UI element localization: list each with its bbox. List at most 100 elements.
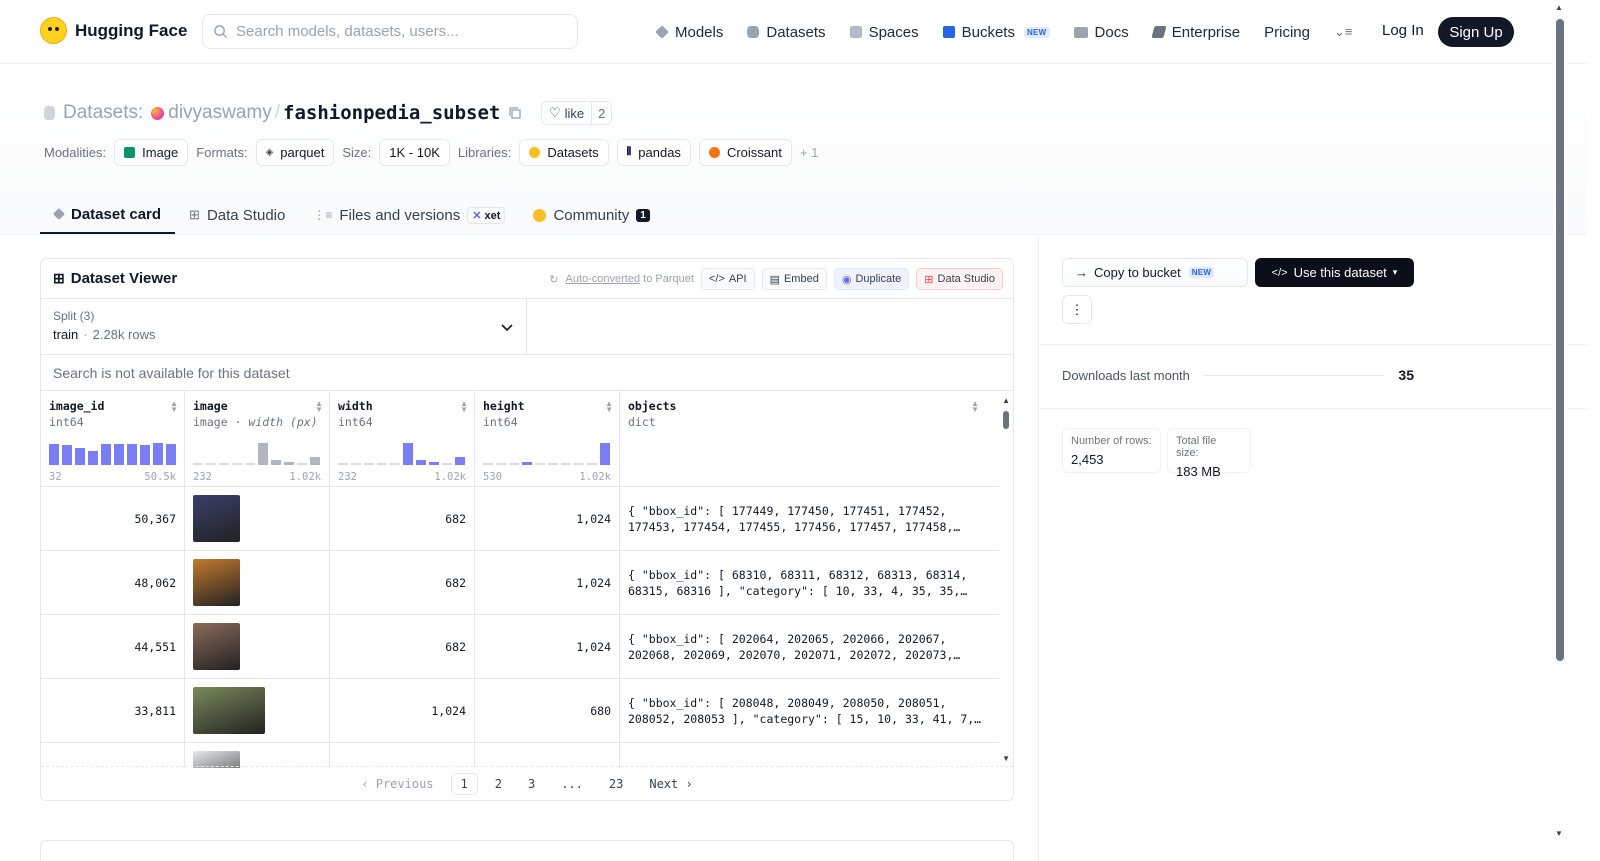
search-box[interactable] — [202, 14, 578, 49]
duplicate-button[interactable]: ◉ Duplicate — [833, 268, 910, 290]
scroll-down-icon[interactable]: ▼ — [1002, 754, 1010, 763]
more-tags-link[interactable]: + 1 — [800, 145, 818, 160]
histogram-bar — [88, 451, 98, 465]
tag-croissant[interactable]: Croissant — [698, 139, 792, 166]
copy-icon[interactable] — [508, 106, 522, 120]
embed-icon: ▤ — [769, 273, 780, 286]
cell-height: 1,024 — [475, 487, 620, 550]
data-studio-button[interactable]: ⊞ Data Studio — [916, 268, 1003, 290]
auto-converted-link[interactable]: Auto-converted — [565, 273, 640, 285]
image-thumbnail[interactable] — [193, 495, 240, 542]
tab-community[interactable]: Community 1 — [519, 196, 663, 234]
duplicate-icon: ◉ — [841, 273, 852, 286]
like-button[interactable]: ♡ like 2 — [541, 101, 613, 125]
nav-buckets-link[interactable]: Buckets NEW — [942, 20, 1050, 44]
copy-to-bucket-button[interactable]: → Copy to bucket NEW — [1062, 258, 1248, 287]
page-23[interactable]: 23 — [600, 774, 632, 794]
nav-models-link[interactable]: Models — [655, 20, 723, 44]
tag-parquet[interactable]: ◈ parquet — [255, 139, 335, 166]
page-scroll-thumb[interactable] — [1556, 19, 1564, 661]
tag-image[interactable]: Image — [114, 139, 189, 166]
col-image-id[interactable]: image_id int64 ▲ ▼ 32 50.5k — [41, 391, 185, 486]
table-row[interactable]: 44,551 682 1,024 { "bbox_id": [ 202064, 202… — [41, 615, 1013, 679]
col-objects[interactable]: objects dict ▲ ▼ — [620, 391, 999, 486]
studio-icon: ⊞ — [924, 273, 934, 286]
next-page-button[interactable]: Next › — [640, 774, 701, 794]
sort-icon[interactable]: ▲ ▼ — [170, 400, 178, 414]
histogram-width — [338, 435, 465, 465]
tag-pandas[interactable]: ⫴ pandas — [616, 139, 691, 166]
like-count: 2 — [591, 102, 611, 124]
scroll-up-icon[interactable]: ▲ — [1002, 396, 1010, 405]
cell-image[interactable] — [185, 551, 330, 614]
use-dataset-button[interactable]: </> Use this dataset ▾ — [1255, 258, 1414, 287]
search-unavailable-text: Search is not available for this dataset — [41, 355, 1013, 391]
histogram-bar — [455, 457, 465, 465]
cell-width: 1,024 — [330, 679, 475, 742]
scroll-thumb[interactable] — [1003, 411, 1009, 429]
cell-image[interactable] — [185, 487, 330, 550]
embed-button[interactable]: ▤ Embed — [761, 268, 827, 290]
table-row[interactable]: { "bbox_id": [ 237463, 237464, 237465, 2… — [41, 743, 1013, 768]
image-thumbnail[interactable] — [193, 687, 265, 734]
tab-dataset-card[interactable]: Dataset card — [40, 196, 176, 234]
histogram-bar — [271, 460, 281, 465]
split-selector[interactable]: Split (3) train · 2.28k rows — [41, 299, 527, 354]
tab-data-studio[interactable]: ⊞ Data Studio — [175, 196, 299, 234]
image-thumbnail[interactable] — [193, 559, 240, 606]
table-scrollbar[interactable]: ▲ ▼ — [999, 391, 1013, 768]
sort-icon[interactable]: ▲ ▼ — [460, 400, 468, 414]
histogram-height — [483, 435, 610, 465]
more-menu-icon[interactable]: ⌄≡ — [1334, 24, 1352, 40]
chevron-down-icon: ▾ — [1392, 267, 1398, 277]
cell-image[interactable] — [185, 743, 330, 768]
repo-name-link[interactable]: fashionpedia_subset — [283, 102, 500, 124]
tag-datasets-lib[interactable]: Datasets — [519, 139, 609, 166]
cell-image[interactable] — [185, 679, 330, 742]
nav-pricing-link[interactable]: Pricing — [1264, 20, 1310, 44]
sort-icon[interactable]: ▲ ▼ — [315, 400, 323, 414]
page-3[interactable]: 3 — [519, 774, 544, 794]
col-image[interactable]: image image · width (px) ▲ ▼ 232 1.02k — [185, 391, 330, 486]
nav-datasets-link[interactable]: Datasets — [747, 20, 826, 44]
table-row[interactable]: 48,062 682 1,024 { "bbox_id": [ 68310, 6831… — [41, 551, 1013, 615]
home-logo-link[interactable]: Hugging Face — [40, 17, 187, 44]
repo-owner-link[interactable]: divyaswamy — [151, 102, 272, 124]
cell-objects: { "bbox_id": [ 237463, 237464, 237465, 2… — [620, 743, 999, 769]
split-label: Split (3) — [53, 309, 95, 323]
sort-icon[interactable]: ▲ ▼ — [605, 400, 613, 414]
signup-button[interactable]: Sign Up — [1438, 17, 1514, 47]
repo-tabs: Dataset card ⊞ Data Studio ⋮≡ Files and ve… — [40, 196, 664, 234]
page-1[interactable]: 1 — [450, 772, 478, 795]
nav-enterprise-link[interactable]: Enterprise — [1151, 20, 1240, 44]
tag-size[interactable]: 1K - 10K — [379, 139, 450, 166]
path-separator: / — [274, 102, 281, 123]
image-thumbnail[interactable] — [193, 623, 240, 670]
docs-icon — [1073, 26, 1088, 38]
cell-height — [475, 743, 620, 768]
histogram-bar — [62, 445, 72, 465]
login-link[interactable]: Log In — [1382, 22, 1424, 39]
col-height[interactable]: height int64 ▲ ▼ 530 1.02k — [475, 391, 620, 486]
sort-icon[interactable]: ▲ ▼ — [971, 400, 979, 414]
search-input[interactable] — [236, 23, 556, 40]
page-scroll-up-icon[interactable]: ▲ — [1555, 3, 1563, 12]
more-options-button[interactable]: ⋮ — [1062, 295, 1092, 324]
cell-image[interactable] — [185, 615, 330, 678]
api-button[interactable]: </> API — [700, 268, 755, 290]
histogram-bar — [483, 463, 493, 465]
pagination: ‹ Previous 1 2 3 ... 23 Next › — [41, 766, 1013, 800]
nav-docs-link[interactable]: Docs — [1073, 20, 1129, 44]
table-row[interactable]: 50,367 682 1,024 { "bbox_id": [ 177449, 177… — [41, 487, 1013, 551]
prev-page-button[interactable]: ‹ Previous — [352, 774, 442, 794]
histogram-bar — [442, 463, 452, 465]
croissant-icon — [708, 147, 720, 158]
tab-files-versions[interactable]: ⋮≡ Files and versions ✕ xet — [299, 196, 519, 234]
dataset-card-icon — [52, 207, 66, 221]
nav-spaces-link[interactable]: Spaces — [849, 20, 919, 44]
page-scroll-down-icon[interactable]: ▼ — [1555, 829, 1563, 838]
histogram-bar — [114, 444, 124, 465]
col-width[interactable]: width int64 ▲ ▼ 232 1.02k — [330, 391, 475, 486]
page-2[interactable]: 2 — [486, 774, 511, 794]
table-row[interactable]: 33,811 1,024 680 { "bbox_id": [ 208048, 208… — [41, 679, 1013, 743]
